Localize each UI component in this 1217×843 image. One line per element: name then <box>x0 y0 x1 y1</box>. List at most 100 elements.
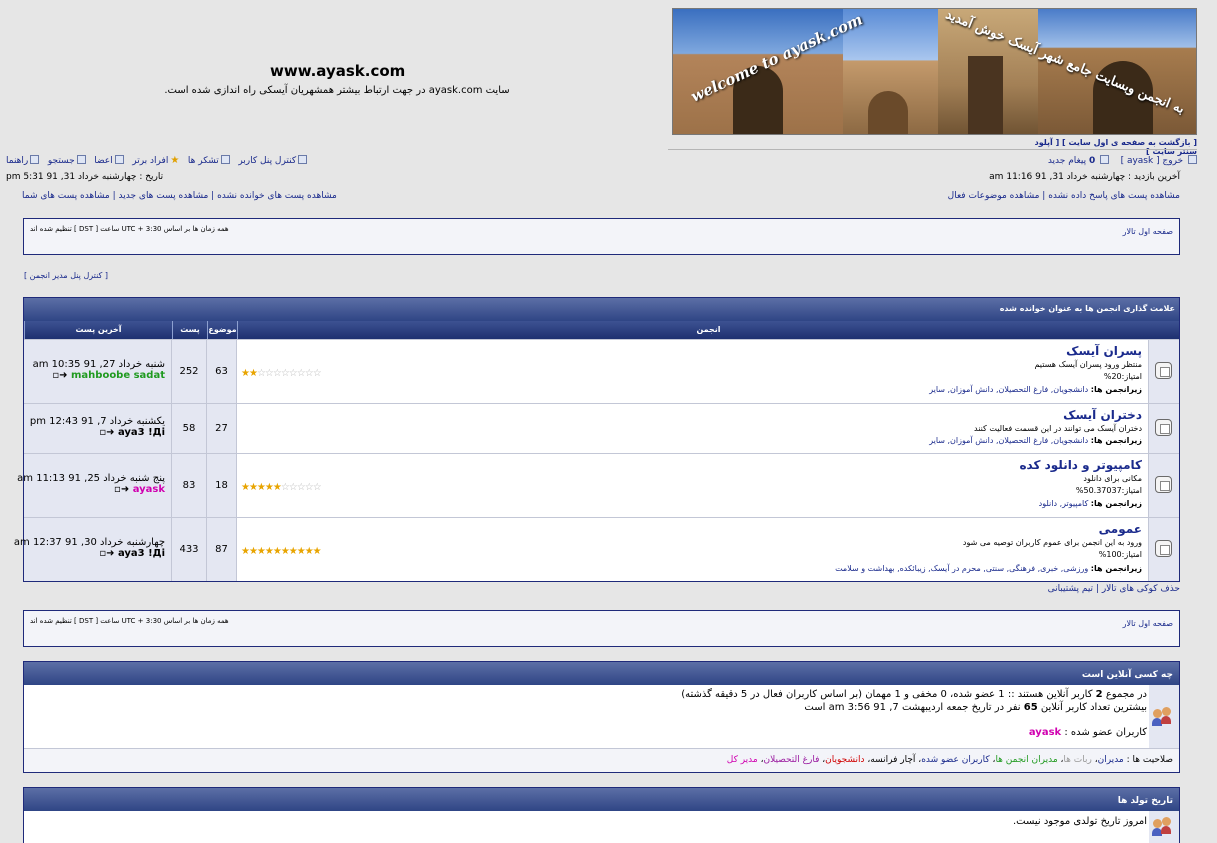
legend-item[interactable]: فارغ التحصیلان <box>764 755 820 765</box>
online-line2-pre: بیشترین تعداد کاربر آنلاین <box>1040 702 1147 713</box>
home-link[interactable]: صفحه اول تالار <box>1123 227 1173 236</box>
forum-icon-cell <box>1149 340 1179 403</box>
members-link[interactable]: اعضا <box>94 156 112 166</box>
posts-count: 83 <box>172 454 207 517</box>
forum-row[interactable]: چهارشنبه خرداد 30, 91 12:37 am aya3 !Дi … <box>13 517 1179 581</box>
subforum-links[interactable]: دانشجویان, فارغ التحصیلان, دانش آموزان, … <box>929 436 1088 445</box>
view-new-link[interactable]: مشاهده پست های جدید <box>119 191 209 201</box>
subforum-links[interactable]: دانشجویان, فارغ التحصیلان, دانش آموزان, … <box>929 385 1088 394</box>
forum-desc: منتظر ورود پسران آیسک هستیم <box>1034 360 1142 369</box>
posts-count: 58 <box>172 404 207 453</box>
online-total-count: 2 <box>1095 689 1103 700</box>
legend-item[interactable]: ربات ها <box>1063 755 1091 765</box>
new-messages-link[interactable]: پیغام جدید <box>1048 156 1086 166</box>
thanks-icon <box>220 155 230 164</box>
rating-stars: ★★☆☆☆☆☆☆☆☆ <box>241 368 322 379</box>
topics-count: 63 <box>207 340 237 403</box>
top-users-link[interactable]: افراد برتر <box>132 156 168 166</box>
users-icon <box>1151 707 1173 727</box>
last-visit: آخرین بازدید : چهارشنبه خرداد 31, 91 11:… <box>989 172 1180 182</box>
logout-link[interactable]: خروج [ ayask ] <box>1121 156 1184 166</box>
subforums: زیرانجمن ها: کامپیوتر, دانلود <box>1039 499 1142 508</box>
admin-panel-link[interactable]: [ کنترل پنل مدیر انجمن ] <box>24 271 108 280</box>
view-unread-link[interactable]: مشاهده پست های خوانده نشده <box>217 191 337 201</box>
forum-row[interactable]: یکشنبه خرداد 7, 91 12:43 pm aya3 !Дi ➜▫ … <box>24 403 1179 453</box>
legend-item[interactable]: آچار فرانسه <box>870 755 915 765</box>
registered-user-link[interactable]: ayask <box>1029 727 1061 738</box>
topics-count: 18 <box>207 454 237 517</box>
last-post-user-name[interactable]: ayask <box>133 484 165 495</box>
legend-item[interactable]: مدیران انجمن ها <box>995 755 1057 765</box>
birthday-title: تاریخ تولد ها <box>24 788 1179 811</box>
subforums-label: زیرانجمن ها: <box>1090 385 1142 394</box>
new-messages-count[interactable]: 0 <box>1089 156 1095 166</box>
members-icon <box>114 155 124 164</box>
users-icon <box>1151 817 1173 837</box>
subforums-label: زیرانجمن ها: <box>1090 499 1142 508</box>
thanks-link[interactable]: تشکر ها <box>188 156 219 166</box>
subforum-links[interactable]: کامپیوتر, دانلود <box>1039 499 1089 508</box>
site-banner[interactable]: welcome to ayask.com به انجمن وبسایت جام… <box>672 8 1197 135</box>
search-link[interactable]: جستجو <box>48 156 75 166</box>
forum-columns: آخرین پست پست موضوع ها انجمن <box>24 321 1179 352</box>
timezone-note: همه زمان ها بر اساس UTC + 3:30 ساعت [ DS… <box>30 225 229 233</box>
forum-row[interactable]: شنبه خرداد 27, 91 10:35 am mahboobe sada… <box>24 339 1179 403</box>
last-post-user[interactable]: aya3 !Дi ➜▫ <box>30 548 165 559</box>
legend-item[interactable]: دانشجویان <box>825 755 864 765</box>
forum-folder-icon <box>1155 540 1172 557</box>
registered-users: کاربران عضو شده : ayask <box>681 727 1147 738</box>
view-yours-link[interactable]: مشاهده پست های شما <box>22 191 110 201</box>
view-active-link[interactable]: مشاهده موضوعات فعال <box>948 191 1040 201</box>
birthday-text: امروز تاریخ تولدی موجود نیست. <box>1012 816 1147 827</box>
forum-score: امتیاز:100% <box>1098 550 1142 559</box>
legend-item[interactable]: مدیران <box>1098 755 1124 765</box>
last-post-cell: شنبه خرداد 27, 91 10:35 am mahboobe sada… <box>24 340 172 403</box>
last-post-date: شنبه خرداد 27, 91 10:35 am <box>32 359 165 370</box>
last-post-user-name[interactable]: mahboobe sadat <box>71 370 165 381</box>
current-date: تاریخ : چهارشنبه خرداد 31, 91 5:31 pm <box>6 172 164 182</box>
search-icon <box>76 155 86 164</box>
rating-stars: ★★★★★★★★★★ <box>241 546 322 557</box>
home-link[interactable]: صفحه اول تالار <box>1123 619 1173 628</box>
goto-post-icon[interactable]: ➜▫ <box>114 484 129 495</box>
site-subtitle: سایت ayask.com در جهت ارتباط بیشتر همشهر… <box>164 85 510 96</box>
faq-link[interactable]: راهنما <box>6 156 28 166</box>
forum-icon-cell <box>1149 518 1179 581</box>
forum-icon-cell <box>1149 404 1179 453</box>
legend-item[interactable]: کاربران عضو شده <box>921 755 989 765</box>
forum-score: امتیاز:50.37037% <box>1075 486 1142 495</box>
col-last-post: آخرین پست <box>24 321 172 339</box>
breadcrumb-box-bottom: همه زمان ها بر اساس UTC + 3:30 ساعت [ DS… <box>23 610 1180 647</box>
legend-item[interactable]: مدیر کل <box>727 755 758 765</box>
rating-stars: ★★★★★☆☆☆☆☆ <box>241 482 322 493</box>
forum-table-header: علامت گذاری انجمن ها به عنوان خوانده شده <box>24 298 1179 321</box>
forum-title[interactable]: دختران آیسک <box>1063 408 1142 422</box>
last-post-user[interactable]: aya3 !Дi ➜▫ <box>30 427 165 438</box>
mark-read-link[interactable]: علامت گذاری انجمن ها به عنوان خوانده شده <box>1000 304 1175 313</box>
last-post-cell: پنج شنبه خرداد 25, 91 11:13 am ayask ➜▫ <box>17 454 172 517</box>
last-post-user-name[interactable]: aya3 !Дi <box>118 427 165 438</box>
view-unanswered-link[interactable]: مشاهده پست های پاسخ داده نشده <box>1048 191 1180 201</box>
star-icon: ★ <box>170 155 180 166</box>
subforums: زیرانجمن ها: ورزشی, خبری, فرهنگی, سنتی, … <box>835 564 1142 573</box>
ucp-link[interactable]: کنترل پنل کاربر <box>238 156 296 166</box>
forum-row[interactable]: پنج شنبه خرداد 25, 91 11:13 am ayask ➜▫ … <box>17 453 1179 517</box>
footer-links[interactable]: حذف کوکی های تالار | تیم پشتیبانی <box>1048 584 1180 594</box>
last-post-user-name[interactable]: aya3 !Дi <box>118 548 165 559</box>
forum-main-cell: کامپیوتر و دانلود کده مکانی برای دانلود … <box>237 454 1149 517</box>
last-post-user[interactable]: mahboobe sadat ➜▫ <box>30 370 165 381</box>
last-post-user[interactable]: ayask ➜▫ <box>30 484 165 495</box>
goto-post-icon[interactable]: ➜▫ <box>99 548 114 559</box>
goto-post-icon[interactable]: ➜▫ <box>52 370 67 381</box>
forum-title[interactable]: عمومی <box>1099 522 1142 536</box>
last-post-date: چهارشنبه خرداد 30, 91 12:37 am <box>13 537 165 548</box>
site-top-links[interactable]: [ بازگشت به صفحه ی اول سایت ] [ آپلود سن… <box>1025 138 1197 156</box>
online-icon-cell <box>1149 685 1179 748</box>
birthday-section: تاریخ تولد ها امروز تاریخ تولدی موجود نی… <box>23 787 1180 843</box>
birthday-icon-cell <box>1149 811 1179 843</box>
forum-title[interactable]: کامپیوتر و دانلود کده <box>1019 458 1142 472</box>
site-title: www.ayask.com <box>270 62 406 80</box>
forum-title[interactable]: پسران آیسک <box>1066 344 1142 358</box>
goto-post-icon[interactable]: ➜▫ <box>99 427 114 438</box>
subforum-links[interactable]: ورزشی, خبری, فرهنگی, سنتی, محرم در آیسک,… <box>835 564 1088 573</box>
